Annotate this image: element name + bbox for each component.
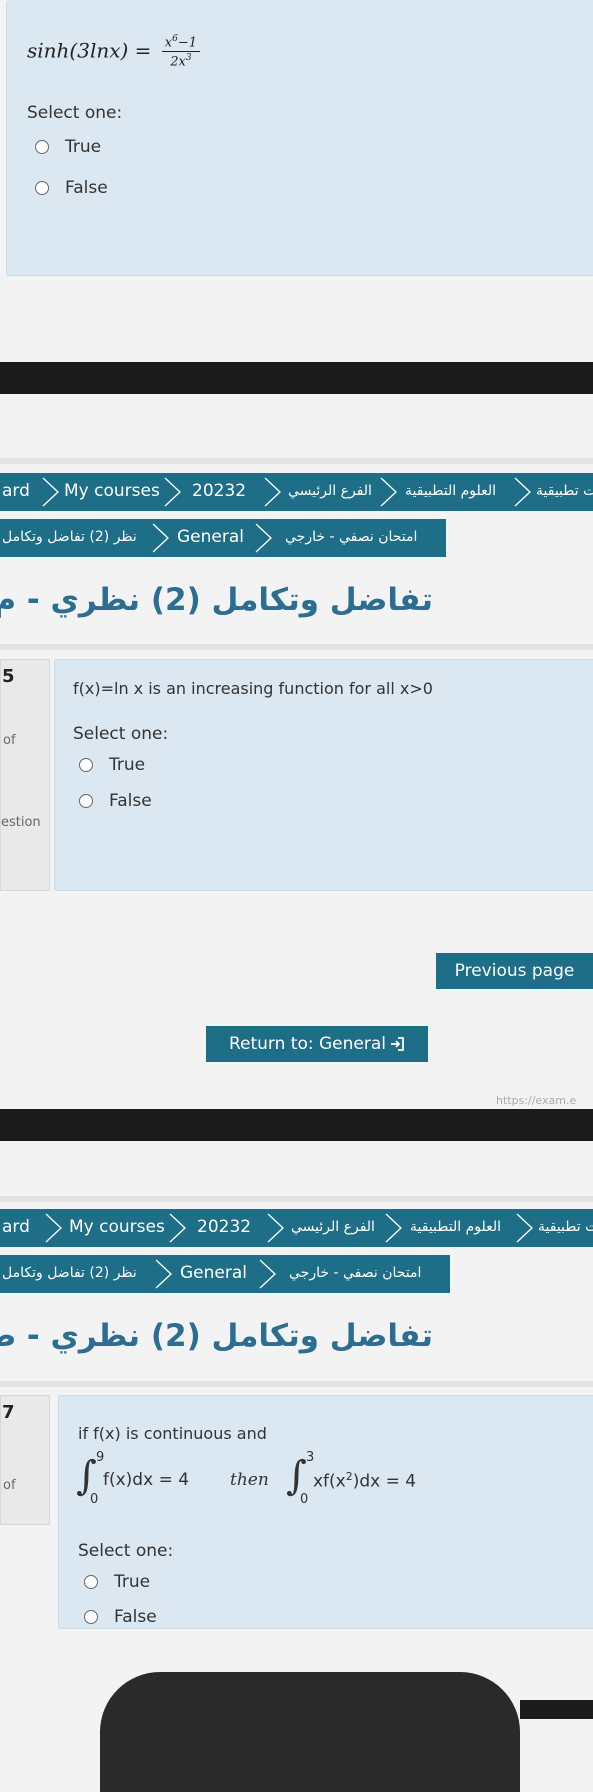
- breadcrumb-row-2: نظر (2) تفاضل وتكامل General امتحان نصفي…: [0, 1255, 450, 1293]
- chevron-right-icon: [45, 1213, 62, 1243]
- option-label: False: [114, 1607, 157, 1627]
- url-fragment: https://exam.e: [496, 1094, 577, 1107]
- screenshot-separator: [0, 362, 593, 394]
- breadcrumb-dashboard[interactable]: ard: [2, 481, 30, 501]
- divider: [0, 458, 593, 464]
- breadcrumb-exam[interactable]: امتحان نصفي - خارجي: [289, 1265, 421, 1281]
- breadcrumb-row-2: نظر (2) تفاضل وتكامل General امتحان نصفي…: [0, 519, 446, 557]
- breadcrumb-faculty[interactable]: كات تطبيقية: [538, 1219, 593, 1235]
- chevron-right-icon: [267, 1213, 284, 1243]
- question-number: 5: [2, 666, 15, 687]
- chevron-right-icon: [42, 477, 59, 507]
- option-false[interactable]: False: [35, 178, 108, 198]
- integral1-lower: 0: [90, 1492, 99, 1507]
- chevron-right-icon: [259, 1259, 276, 1289]
- integral2-lower: 0: [300, 1492, 309, 1507]
- return-to-general-button[interactable]: Return to: General: [206, 1026, 428, 1062]
- breadcrumb-term[interactable]: 20232: [197, 1217, 251, 1237]
- chevron-right-icon: [264, 477, 281, 507]
- select-one-label: Select one:: [73, 724, 169, 744]
- breadcrumb-general[interactable]: General: [180, 1263, 247, 1283]
- option-true[interactable]: True: [35, 137, 101, 157]
- radio-button[interactable]: [84, 1610, 98, 1624]
- integral1-upper: 9: [96, 1450, 105, 1465]
- integral1-body: f(x)dx = 4: [103, 1470, 190, 1490]
- question-text: f(x)=ln x is an increasing function for …: [73, 679, 433, 698]
- bottom-overlay-edge: [520, 1700, 593, 1719]
- formula-lhs: sinh(3lnx) =: [27, 38, 152, 63]
- breadcrumb-my-courses[interactable]: My courses: [69, 1217, 165, 1237]
- chevron-right-icon: [164, 477, 181, 507]
- breadcrumb-row-1: ard My courses 20232 الفرع الرئيسي العلو…: [0, 1209, 593, 1247]
- flag-question[interactable]: estion: [1, 815, 41, 830]
- option-false[interactable]: False: [79, 791, 152, 811]
- option-label: False: [65, 178, 108, 198]
- option-label: True: [65, 137, 102, 157]
- option-false[interactable]: False: [84, 1607, 157, 1627]
- breadcrumb-faculty[interactable]: كات تطبيقية: [536, 483, 593, 499]
- screenshot-separator: [0, 1109, 593, 1141]
- chevron-right-icon: [380, 477, 397, 507]
- question-of: of: [3, 1478, 16, 1493]
- option-label: False: [109, 791, 152, 811]
- breadcrumb-course[interactable]: نظر (2) تفاضل وتكامل: [2, 1265, 137, 1281]
- chevron-right-icon: [255, 523, 272, 553]
- chevron-right-icon: [385, 1213, 402, 1243]
- radio-button[interactable]: [79, 794, 93, 808]
- bottom-overlay: [100, 1672, 520, 1792]
- breadcrumb-row-1: ard My courses 20232 الفرع الرئيسي العلو…: [0, 473, 593, 511]
- breadcrumb-course[interactable]: نظر (2) تفاضل وتكامل: [2, 529, 137, 545]
- page-title: تفاضل وتكامل (2) نظري - ط: [0, 1318, 433, 1354]
- formula-fraction: x6−1 2x3: [161, 34, 201, 70]
- option-true[interactable]: True: [84, 1572, 150, 1592]
- divider: [0, 644, 593, 650]
- then-word: then: [230, 1470, 269, 1490]
- breadcrumb-main-branch[interactable]: الفرع الرئيسي: [288, 483, 372, 499]
- question-info: 5 of estion: [0, 659, 50, 891]
- breadcrumb-exam[interactable]: امتحان نصفي - خارجي: [285, 529, 417, 545]
- breadcrumb-my-courses[interactable]: My courses: [64, 481, 160, 501]
- option-true[interactable]: True: [79, 755, 145, 775]
- select-one-label: Select one:: [78, 1541, 174, 1561]
- question-of: of: [3, 733, 16, 748]
- question-number: 7: [2, 1402, 15, 1423]
- chevron-right-icon: [155, 1259, 172, 1289]
- radio-button[interactable]: [84, 1575, 98, 1589]
- radio-button[interactable]: [79, 758, 93, 772]
- breadcrumb-general[interactable]: General: [177, 527, 244, 547]
- divider: [0, 1196, 593, 1202]
- previous-page-button[interactable]: Previous page: [436, 953, 593, 989]
- radio-button[interactable]: [35, 181, 49, 195]
- radio-button[interactable]: [35, 140, 49, 154]
- question-info: 7 of: [0, 1395, 50, 1525]
- formula-sinh: sinh(3lnx) = x6−1 2x3: [27, 34, 201, 70]
- option-label: True: [109, 755, 146, 775]
- chevron-right-icon: [152, 523, 169, 553]
- chevron-right-icon: [514, 477, 531, 507]
- sign-in-icon: [391, 1037, 404, 1051]
- chevron-right-icon: [169, 1213, 186, 1243]
- breadcrumb-main-branch[interactable]: الفرع الرئيسي: [291, 1219, 375, 1235]
- chevron-right-icon: [516, 1213, 533, 1243]
- select-one-label: Select one:: [27, 103, 123, 123]
- integral2-upper: 3: [306, 1450, 315, 1465]
- breadcrumb-applied-sciences[interactable]: العلوم التطبيقية: [405, 483, 496, 499]
- return-label: Return to: General: [228, 1034, 386, 1054]
- question-intro: if f(x) is continuous and: [78, 1424, 267, 1443]
- integral2-body: xf(x2)dx = 4: [313, 1470, 417, 1492]
- breadcrumb-term[interactable]: 20232: [192, 481, 246, 501]
- integral-equation: ∫ 9 0 f(x)dx = 4 then ∫ 3 0 xf(x2)dx = 4: [76, 1450, 496, 1512]
- option-label: True: [114, 1572, 151, 1592]
- breadcrumb-dashboard[interactable]: ard: [2, 1217, 30, 1237]
- page-title: تفاضل وتكامل (2) نظري - م: [0, 582, 433, 618]
- divider: [0, 1381, 593, 1387]
- breadcrumb-applied-sciences[interactable]: العلوم التطبيقية: [410, 1219, 501, 1235]
